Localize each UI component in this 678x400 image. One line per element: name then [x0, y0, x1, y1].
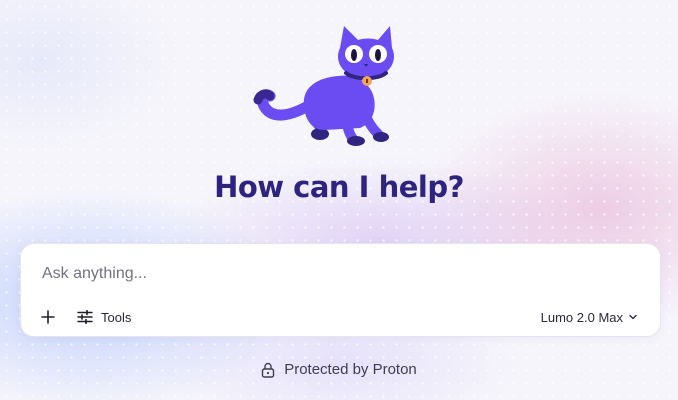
- plus-icon: [41, 310, 55, 324]
- lock-icon: [261, 362, 275, 378]
- page-title: How can I help?: [214, 170, 464, 204]
- privacy-footer: Protected by Proton: [0, 361, 678, 378]
- model-selector[interactable]: Lumo 2.0 Max: [541, 306, 638, 328]
- tools-button[interactable]: Tools: [77, 306, 131, 328]
- cat-mascot-illustration: [250, 20, 400, 150]
- chevron-down-icon: [628, 312, 638, 322]
- model-label: Lumo 2.0 Max: [540, 309, 623, 325]
- add-attachment-button[interactable]: [37, 306, 59, 328]
- chat-composer: Tools Lumo 2.0 Max: [20, 243, 661, 337]
- sliders-icon: [77, 310, 93, 324]
- tools-label: Tools: [101, 309, 132, 325]
- prompt-input[interactable]: [42, 262, 632, 286]
- privacy-text: Protected by Proton: [284, 361, 417, 378]
